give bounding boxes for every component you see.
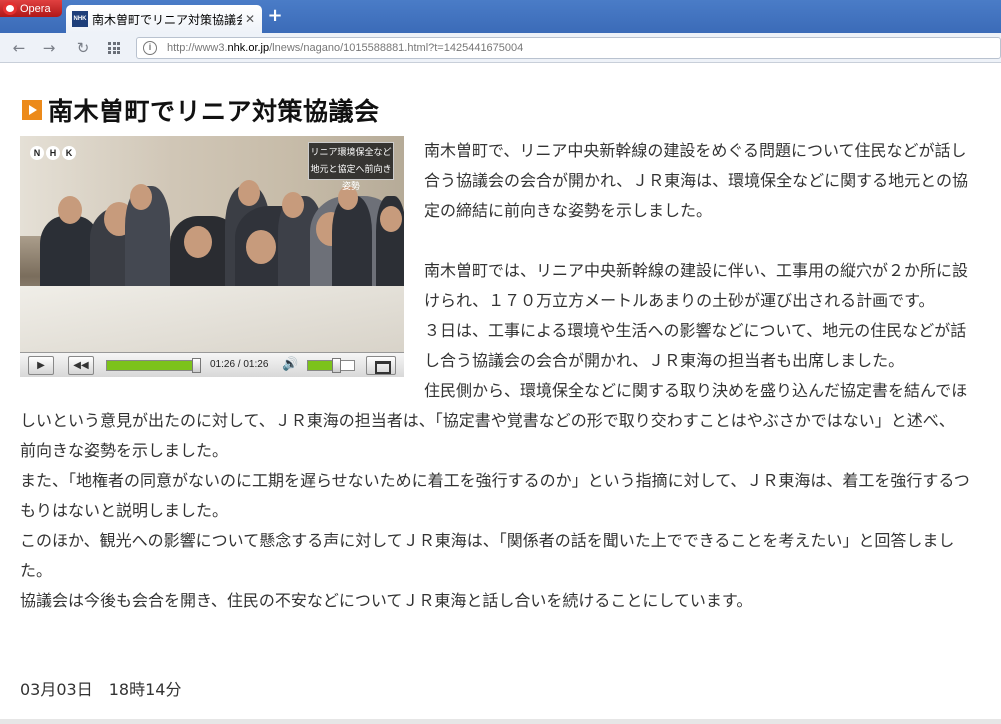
- nhk-logo: N H K: [30, 146, 76, 160]
- article-dateline: 03月03日 18時14分: [20, 680, 182, 699]
- volume-slider[interactable]: [307, 358, 355, 373]
- speed-dial-grid-icon[interactable]: [108, 42, 120, 54]
- player-controls: ▶ ◀◀ 01:26 / 01:26 🔊: [20, 352, 404, 377]
- url-prefix: http://www3.: [167, 42, 228, 54]
- paragraph: このほか、観光への影響について懸念する声に対してＪＲ東海は、「関係者の話を聞いた…: [20, 531, 955, 580]
- video-player[interactable]: N H K リニア環境保全など 地元と協定へ前向き姿勢 ▶ ◀◀ 01:26 /…: [20, 136, 404, 377]
- opera-logo-icon: [3, 2, 17, 15]
- caption-line: リニア環境保全など: [310, 148, 392, 158]
- url-path: /lnews/nagano/1015588881.html?t=14254416…: [269, 42, 524, 54]
- horizontal-scrollbar[interactable]: [0, 719, 1001, 724]
- page-info-icon[interactable]: i: [143, 41, 157, 55]
- tab-active[interactable]: NHK 南木曽町でリニア対策協議会 ✕: [66, 5, 262, 33]
- back-arrow-icon[interactable]: ←: [8, 37, 30, 59]
- navigation-bar: ← → ↻ i http://www3. nhk.or.jp/lnews/naga…: [0, 33, 1001, 63]
- volume-handle[interactable]: [331, 358, 341, 373]
- tab-title: 南木曽町でリニア対策協議会: [92, 12, 242, 27]
- reload-icon[interactable]: ↻: [72, 37, 94, 59]
- play-square-icon: [22, 100, 42, 120]
- opera-menu-button[interactable]: Opera: [0, 0, 62, 17]
- rewind-button[interactable]: ◀◀: [68, 356, 94, 375]
- progress-handle[interactable]: [192, 358, 201, 373]
- url-host: nhk.or.jp: [227, 42, 270, 54]
- progress-bar[interactable]: [106, 358, 201, 373]
- close-icon[interactable]: ✕: [242, 12, 258, 26]
- progress-fill: [107, 361, 197, 370]
- paragraph: 協議会は今後も会合を開き、住民の不安などについてＪＲ東海と話し合いを続けることに…: [20, 591, 753, 610]
- new-tab-plus-icon[interactable]: +: [266, 7, 284, 26]
- tab-strip: Opera NHK 南木曽町でリニア対策協議会 ✕ +: [0, 0, 1001, 33]
- logo-letter: N: [30, 146, 44, 160]
- logo-letter: H: [46, 146, 60, 160]
- play-button[interactable]: ▶: [28, 356, 54, 375]
- paragraph: また、「地権者の同意がないのに工期を遅らせないために着工を強行するのか」という指…: [20, 471, 970, 520]
- caption-line: 地元と協定へ前向き姿勢: [310, 165, 392, 192]
- video-frame[interactable]: N H K リニア環境保全など 地元と協定へ前向き姿勢: [20, 136, 404, 352]
- video-caption: リニア環境保全など 地元と協定へ前向き姿勢: [308, 142, 394, 192]
- time-display: 01:26 / 01:26: [210, 359, 269, 370]
- address-bar[interactable]: i http://www3. nhk.or.jp/lnews/nagano/101…: [136, 37, 1001, 59]
- speaker-icon[interactable]: 🔊: [282, 357, 298, 372]
- article-headline: 南木曽町でリニア対策協議会: [22, 92, 380, 128]
- logo-letter: K: [62, 146, 76, 160]
- fullscreen-button[interactable]: [366, 356, 396, 375]
- paragraph: 住民側から、環境保全などに関する取り決めを盛り込んだ協定書を結んでほしいという意…: [20, 381, 968, 460]
- opera-menu-label: Opera: [20, 2, 51, 15]
- nhk-favicon-icon: NHK: [72, 11, 88, 27]
- page-content: 南木曽町でリニア対策協議会 南木曽町で、リニア中央新幹線の建設をめぐる問題につい…: [0, 64, 1001, 724]
- forward-arrow-icon[interactable]: →: [38, 37, 60, 59]
- headline-text: 南木曽町でリニア対策協議会: [48, 97, 380, 126]
